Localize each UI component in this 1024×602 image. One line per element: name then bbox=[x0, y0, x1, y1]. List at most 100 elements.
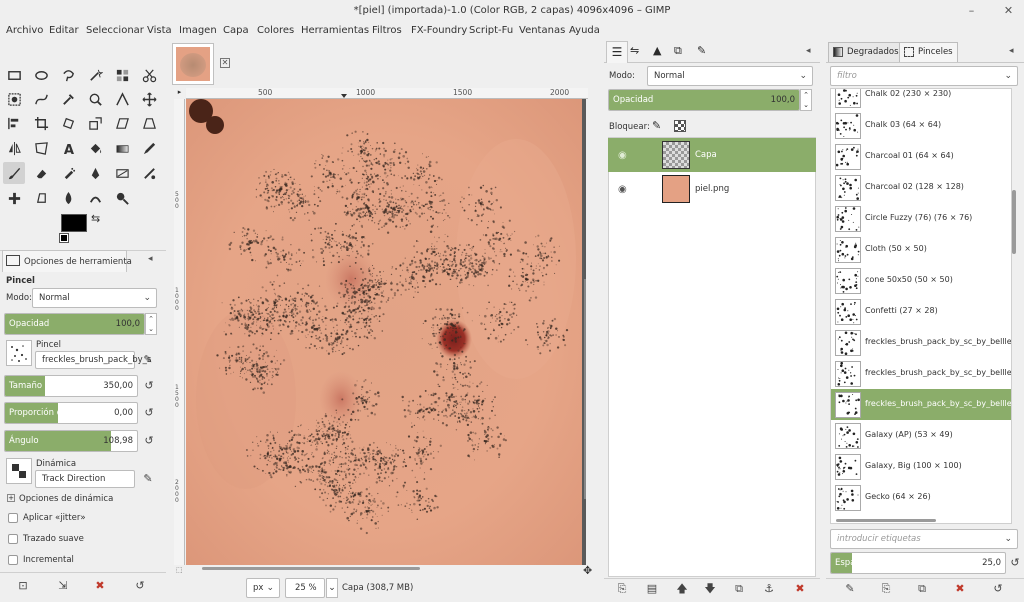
menu-imagen[interactable]: Imagen bbox=[179, 25, 217, 36]
mode-select[interactable]: Normal ⌄ bbox=[32, 288, 157, 308]
angle-slider[interactable]: Ángulo 108,98 bbox=[4, 430, 138, 452]
close-button[interactable]: ✕ bbox=[1001, 3, 1016, 18]
blur-icon[interactable] bbox=[57, 187, 79, 209]
panel-menu-icon[interactable]: ◂ bbox=[148, 254, 153, 264]
tags-input[interactable]: introducir etiquetas ⌄ bbox=[830, 529, 1018, 549]
delete-layer-icon[interactable]: ✖ bbox=[792, 581, 808, 597]
menu-script-fu[interactable]: Script-Fu bbox=[469, 25, 513, 36]
foreground-color[interactable] bbox=[61, 214, 87, 232]
reset-aspect-icon[interactable]: ↺ bbox=[142, 406, 156, 420]
menu-ventanas[interactable]: Ventanas bbox=[519, 25, 565, 36]
foreground-select-icon[interactable] bbox=[3, 88, 25, 110]
mypaint-brush-icon[interactable] bbox=[111, 162, 133, 184]
tab-gradients[interactable]: Degradados bbox=[828, 42, 904, 62]
menu-herramientas[interactable]: Herramientas bbox=[301, 25, 369, 36]
brush-list-item[interactable]: Confetti (27 × 28) bbox=[831, 296, 1011, 327]
unit-select[interactable]: px ⌄ bbox=[246, 578, 280, 598]
brush-list-item[interactable]: freckles_brush_pack_by_sc_by_bellleg_d bbox=[831, 389, 1011, 420]
rect-select-icon[interactable] bbox=[3, 64, 25, 86]
smudge-icon[interactable] bbox=[84, 187, 106, 209]
new-brush-icon[interactable]: ⎘ bbox=[878, 581, 894, 597]
minimize-button[interactable]: – bbox=[964, 3, 979, 18]
delete-brush-icon[interactable]: ✖ bbox=[952, 581, 968, 597]
channels-tab-icon[interactable]: ⇋ bbox=[630, 44, 639, 57]
brush-list-item[interactable]: Gecko (64 × 26) bbox=[831, 482, 1011, 513]
layer-opacity-spin[interactable]: ⌃ ⌄ bbox=[800, 89, 812, 111]
menu-archivo[interactable]: Archivo bbox=[6, 25, 43, 36]
edit-brush-button-icon[interactable]: ✎ bbox=[842, 581, 858, 597]
layer-opacity-slider[interactable]: Opacidad 100,0 bbox=[608, 89, 800, 111]
reset-spacing-icon[interactable]: ↺ bbox=[1008, 556, 1022, 570]
quickmask-icon[interactable]: ⬚ bbox=[176, 566, 183, 574]
perspective-icon[interactable] bbox=[138, 112, 160, 134]
layers-mode-select[interactable]: Normal ⌄ bbox=[647, 66, 813, 86]
shear-icon[interactable] bbox=[111, 112, 133, 134]
brush-list-item[interactable]: Charcoal 01 (64 × 64) bbox=[831, 141, 1011, 172]
swap-colors-icon[interactable]: ⇆ bbox=[91, 212, 100, 225]
airbrush-icon[interactable] bbox=[57, 162, 79, 184]
heal-icon[interactable] bbox=[3, 187, 25, 209]
layer-name[interactable]: piel.png bbox=[695, 184, 729, 194]
zoom-field[interactable]: 25 % bbox=[285, 578, 325, 598]
brush-list-item[interactable]: cone 50x50 (50 × 50) bbox=[831, 265, 1011, 296]
spacing-slider[interactable]: Espaciado 25,0 bbox=[830, 552, 1006, 574]
dynamics-options-label[interactable]: Opciones de dinámica bbox=[19, 494, 113, 504]
rotate-icon[interactable] bbox=[57, 112, 79, 134]
eye-icon[interactable]: ◉ bbox=[618, 184, 627, 195]
menu-colores[interactable]: Colores bbox=[257, 25, 294, 36]
measure-icon[interactable] bbox=[111, 88, 133, 110]
image-tab-thumbnail[interactable] bbox=[172, 43, 214, 85]
cage-icon[interactable] bbox=[30, 137, 52, 159]
layers-tab-icon[interactable]: ☰ bbox=[606, 41, 628, 63]
edit-brush-icon[interactable]: ✎ bbox=[140, 352, 156, 368]
paths-icon[interactable] bbox=[30, 88, 52, 110]
color-picker-icon[interactable] bbox=[57, 88, 79, 110]
opacity-spin-button[interactable]: ⌃ ⌄ bbox=[145, 313, 157, 335]
raise-layer-icon[interactable]: 🡅 bbox=[674, 581, 690, 597]
eye-icon[interactable]: ◉ bbox=[618, 150, 627, 161]
tool-options-tab[interactable]: Opciones de herramienta bbox=[2, 250, 132, 272]
text-icon[interactable]: A bbox=[57, 137, 79, 159]
brush-list-hscrollbar[interactable] bbox=[836, 519, 936, 522]
menu-vista[interactable]: Vista bbox=[147, 25, 172, 36]
fuzzy-select-icon[interactable] bbox=[84, 64, 106, 86]
lower-layer-icon[interactable]: 🡇 bbox=[702, 581, 718, 597]
panel-menu-icon[interactable]: ◂ bbox=[1009, 46, 1014, 56]
smooth-stroke-checkbox[interactable] bbox=[8, 534, 18, 544]
gradient-icon[interactable] bbox=[111, 137, 133, 159]
lasso-icon[interactable] bbox=[57, 64, 79, 86]
brush-list-item[interactable]: Chalk 02 (230 × 230) bbox=[831, 89, 1011, 110]
move-icon[interactable] bbox=[138, 88, 160, 110]
edit-dynamics-icon[interactable]: ✎ bbox=[140, 471, 156, 487]
perspective-clone-icon[interactable] bbox=[30, 187, 52, 209]
new-group-icon[interactable]: ▤ bbox=[644, 581, 660, 597]
delete-options-icon[interactable]: ✖ bbox=[92, 578, 108, 594]
brush-list-item[interactable]: Chalk 03 (64 × 64) bbox=[831, 110, 1011, 141]
crop-icon[interactable] bbox=[30, 112, 52, 134]
brush-list-scrollbar[interactable] bbox=[1012, 190, 1016, 254]
size-slider[interactable]: Tamaño 350,00 bbox=[4, 375, 138, 397]
layer-row-piel[interactable]: ◉ piel.png bbox=[608, 172, 816, 206]
brush-preview[interactable] bbox=[6, 340, 32, 366]
reset-options-icon[interactable]: ↺ bbox=[132, 578, 148, 594]
brush-list-item[interactable]: Galaxy, Big (100 × 100) bbox=[831, 451, 1011, 482]
restore-options-icon[interactable]: ⇲ bbox=[55, 578, 71, 594]
brush-list-item[interactable]: Charcoal 02 (128 × 128) bbox=[831, 172, 1011, 203]
panel-menu-icon[interactable]: ◂ bbox=[806, 46, 811, 56]
menu-fx-foundry[interactable]: FX-Foundry bbox=[411, 25, 467, 36]
zoom-dropdown-icon[interactable]: ⌄ bbox=[326, 578, 338, 598]
align-icon[interactable] bbox=[3, 112, 25, 134]
dodge-burn-icon[interactable] bbox=[111, 187, 133, 209]
brush-list-item[interactable]: freckles_brush_pack_by_sc_by_bellleg_d bbox=[831, 358, 1011, 389]
scale-icon[interactable] bbox=[84, 112, 106, 134]
brushes-tab-icon[interactable]: ✎ bbox=[697, 44, 706, 57]
default-colors-icon[interactable] bbox=[59, 233, 69, 243]
brush-list-item[interactable]: Circle Fuzzy (76) (76 × 76) bbox=[831, 203, 1011, 234]
brush-name-field[interactable]: freckles_brush_pack_by_s bbox=[35, 351, 151, 369]
menu-filtros[interactable]: Filtros bbox=[372, 25, 402, 36]
paths-tab-icon[interactable]: ▲ bbox=[653, 44, 661, 57]
opacity-slider[interactable]: Opacidad 100,0 bbox=[4, 313, 145, 335]
duplicate-layer-icon[interactable]: ⧉ bbox=[731, 581, 747, 597]
dynamics-field[interactable]: Track Direction bbox=[35, 470, 135, 488]
paintbrush-icon[interactable] bbox=[3, 162, 25, 184]
